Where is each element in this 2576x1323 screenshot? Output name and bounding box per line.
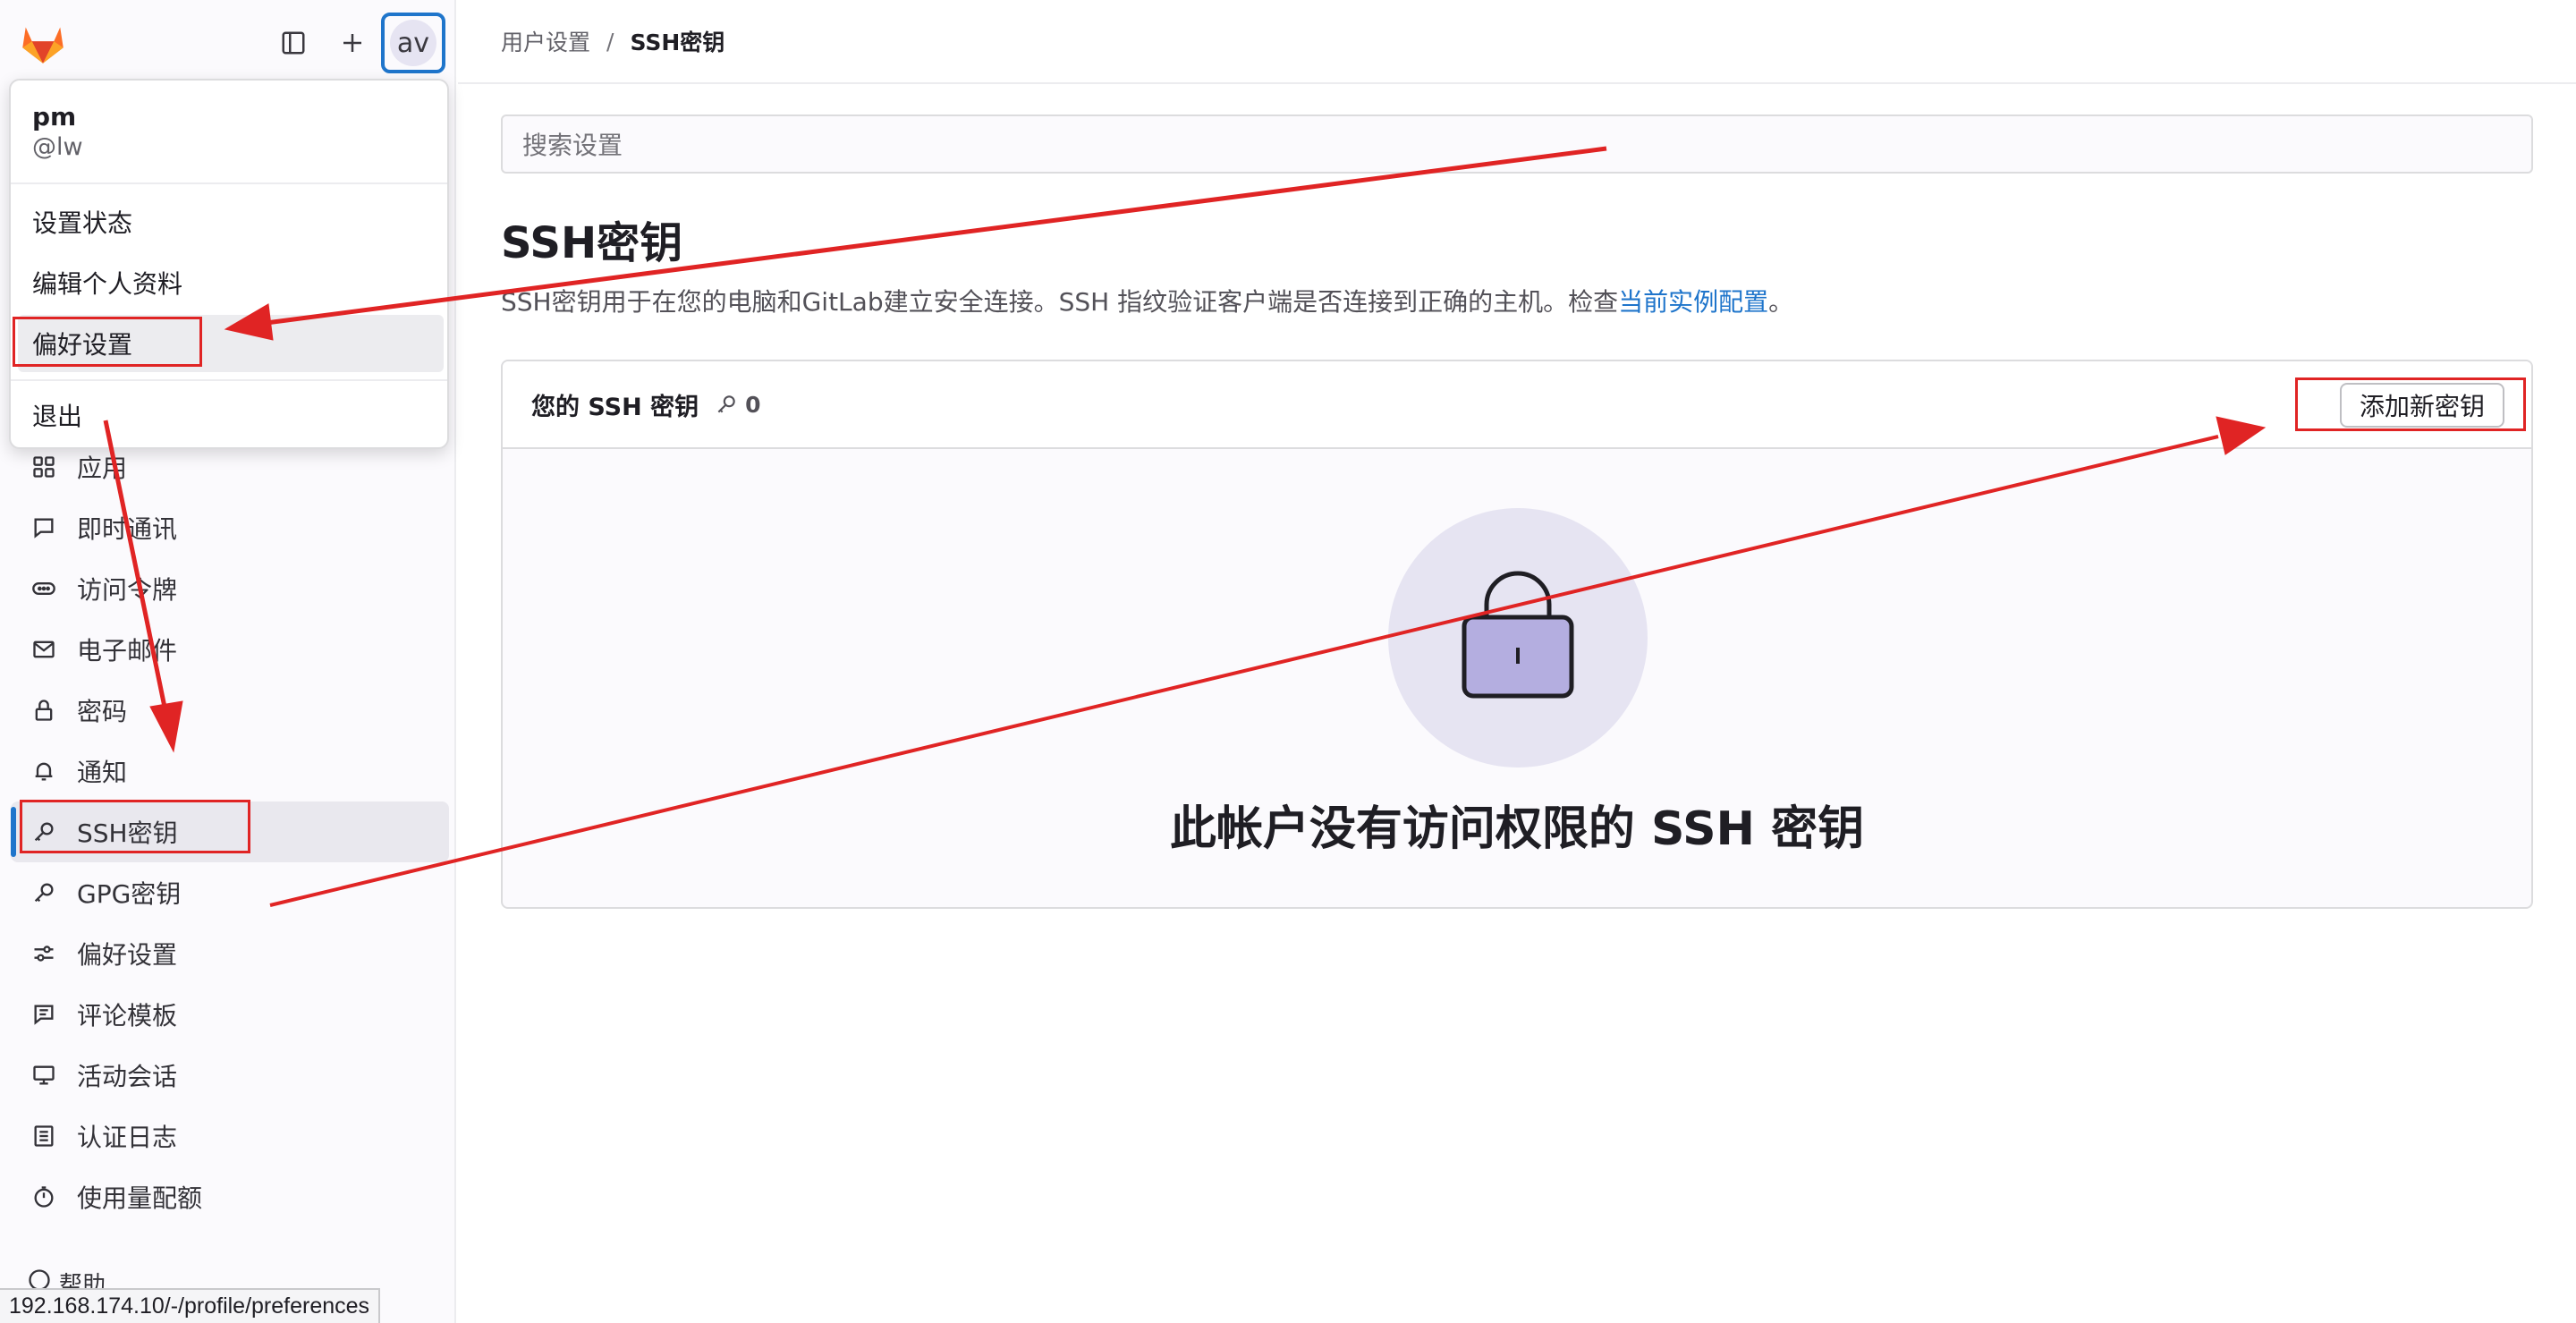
sidebar-item-comment-templates[interactable]: 评论模板 <box>11 984 449 1045</box>
sidebar-top-bar: av <box>0 0 456 84</box>
sidebar-item-active-sessions[interactable]: 活动会话 <box>11 1045 449 1106</box>
monitor-icon <box>29 1060 59 1090</box>
mail-icon <box>29 634 59 665</box>
bell-icon <box>29 756 59 786</box>
browser-status-url: 192.168.174.10/-/profile/preferences <box>0 1288 381 1323</box>
comment-lines-icon <box>29 999 59 1030</box>
padlock-icon <box>1462 571 1574 699</box>
lock-icon <box>29 695 59 725</box>
gitlab-tanuki-icon[interactable] <box>18 18 68 68</box>
key-icon <box>29 878 59 908</box>
sidebar-item-label: 访问令牌 <box>77 575 178 605</box>
sidebar-item-preferences[interactable]: 偏好设置 <box>11 923 449 984</box>
avatar: av <box>390 20 436 66</box>
search-input[interactable]: 搜索设置 <box>501 114 2533 174</box>
comment-icon <box>29 513 59 543</box>
menu-item-sign-out[interactable]: 退出 <box>18 386 444 444</box>
user-handle: @lw <box>32 133 83 161</box>
sidebar-item-label: 评论模板 <box>77 1001 178 1030</box>
sidebar-item-label: 偏好设置 <box>77 940 178 970</box>
annotation-box-add-key <box>2295 377 2526 431</box>
sidebar-item-auth-log[interactable]: 认证日志 <box>11 1106 449 1166</box>
user-menu-dropdown: pm @lw 设置状态 编辑个人资料 偏好设置 退出 <box>9 79 449 449</box>
applications-icon <box>29 452 59 482</box>
sidebar-item-access-tokens[interactable]: 访问令牌 <box>11 558 449 619</box>
key-count-value: 0 <box>745 391 761 418</box>
main-content: 用户设置 / SSH密钥 搜索设置 SSH密钥 SSH密钥用于在您的电脑和Git… <box>458 0 2576 1323</box>
user-name: pm <box>32 102 77 131</box>
breadcrumb-separator: / <box>606 28 614 55</box>
sidebar-item-emails[interactable]: 电子邮件 <box>11 619 449 680</box>
key-count: 0 <box>715 392 760 418</box>
breadcrumb: 用户设置 / SSH密钥 <box>458 0 2576 84</box>
sidebar-item-label: GPG密钥 <box>77 879 182 909</box>
ssh-keys-card: 您的 SSH 密钥 0 添加新密钥 此帐户没有访问权限的 SSH 密钥 <box>501 360 2533 909</box>
preferences-icon <box>29 938 59 969</box>
card-title: 您的 SSH 密钥 <box>531 393 699 421</box>
sidebar-item-password[interactable]: 密码 <box>11 680 449 741</box>
log-icon <box>29 1121 59 1151</box>
sidebar-item-label: 密码 <box>77 697 128 726</box>
breadcrumb-parent[interactable]: 用户设置 <box>501 25 590 57</box>
instance-config-link[interactable]: 当前实例配置 <box>1618 287 1768 317</box>
divider <box>11 379 447 381</box>
card-header: 您的 SSH 密钥 0 添加新密钥 <box>503 361 2531 449</box>
sidebar-item-label: 使用量配额 <box>77 1183 203 1213</box>
key-icon <box>717 395 735 413</box>
quota-icon <box>29 1182 59 1212</box>
sidebar-item-label: 电子邮件 <box>77 636 178 666</box>
breadcrumb-current[interactable]: SSH密钥 <box>630 25 724 57</box>
plus-icon[interactable] <box>333 23 372 63</box>
sidebar-item-label: 即时通讯 <box>77 514 178 544</box>
token-icon <box>29 573 59 604</box>
empty-state-illustration <box>1388 508 1648 768</box>
annotation-box-ssh-keys <box>20 800 250 853</box>
user-menu-header[interactable]: pm @lw <box>32 102 83 161</box>
sidebar-item-usage-quotas[interactable]: 使用量配额 <box>11 1166 449 1227</box>
page-title: SSH密钥 <box>501 218 683 268</box>
user-avatar-button[interactable]: av <box>381 13 445 73</box>
menu-item-set-status[interactable]: 设置状态 <box>18 193 444 250</box>
sidebar-item-chat[interactable]: 即时通讯 <box>11 497 449 558</box>
page-description: SSH密钥用于在您的电脑和GitLab建立安全连接。SSH 指纹验证客户端是否连… <box>501 283 1793 318</box>
sidebar-item-label: 认证日志 <box>77 1123 178 1152</box>
annotation-box-preferences <box>13 317 202 367</box>
sidebar-item-label: 活动会话 <box>77 1062 178 1091</box>
sidebar-item-label: 通知 <box>77 758 128 787</box>
sidebar-item-label: 应用 <box>77 454 128 483</box>
description-text: SSH密钥用于在您的电脑和GitLab建立安全连接。SSH 指纹验证客户端是否连… <box>501 287 1619 317</box>
divider <box>11 182 447 184</box>
sidebar-toggle-icon[interactable] <box>274 23 313 63</box>
menu-item-edit-profile[interactable]: 编辑个人资料 <box>18 254 444 311</box>
description-end: 。 <box>1768 287 1794 317</box>
empty-state-title: 此帐户没有访问权限的 SSH 密钥 <box>1169 802 1865 856</box>
sidebar-item-notifications[interactable]: 通知 <box>11 741 449 801</box>
sidebar-item-gpg-keys[interactable]: GPG密钥 <box>11 862 449 923</box>
